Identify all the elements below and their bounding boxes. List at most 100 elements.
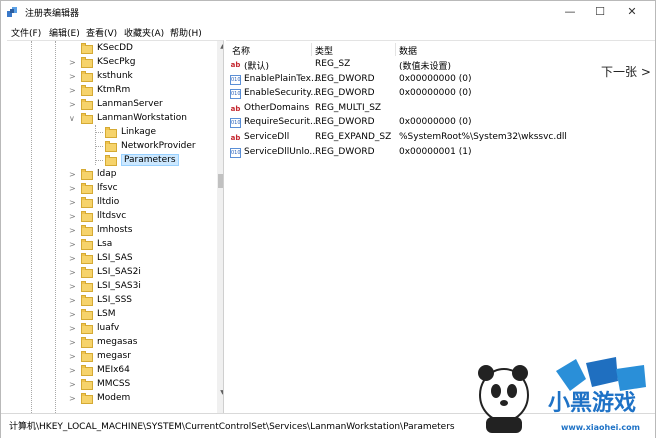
tree-item[interactable]: > lfsvc	[7, 183, 213, 197]
tree-item-label: LSM	[97, 309, 116, 319]
column-header-type[interactable]: 类型	[315, 44, 333, 57]
collapsed-arrow-icon[interactable]: >	[69, 380, 76, 389]
next-image-link[interactable]: 下一张 >	[601, 63, 651, 80]
collapsed-arrow-icon[interactable]: >	[69, 240, 76, 249]
tree-item[interactable]: > megasas	[7, 337, 213, 351]
folder-icon	[81, 169, 93, 180]
scroll-up-icon[interactable]: ▲	[218, 43, 223, 53]
value-row[interactable]: ab OtherDomains REG_MULTI_SZ	[226, 103, 646, 117]
minimize-button[interactable]: —	[553, 1, 587, 23]
tree-item[interactable]: > Modem	[7, 393, 213, 407]
value-row[interactable]: ab (默认) REG_SZ (数值未设置)	[226, 59, 646, 73]
value-row[interactable]: 010 ServiceDllUnlo... REG_DWORD 0x00000001 …	[226, 147, 646, 161]
tree-item[interactable]: > MMCSS	[7, 379, 213, 393]
collapsed-arrow-icon[interactable]: >	[69, 226, 76, 235]
collapsed-arrow-icon[interactable]: >	[69, 268, 76, 277]
collapsed-arrow-icon[interactable]: >	[69, 282, 76, 291]
collapsed-arrow-icon[interactable]: >	[69, 310, 76, 319]
tree-item[interactable]: > LanmanServer	[7, 99, 213, 113]
tree-item[interactable]: > KtmRm	[7, 85, 213, 99]
collapsed-arrow-icon[interactable]: >	[69, 366, 76, 375]
tree-item[interactable]: KSecDD	[7, 43, 213, 57]
collapsed-arrow-icon[interactable]: >	[69, 86, 76, 95]
collapsed-arrow-icon[interactable]: >	[69, 212, 76, 221]
folder-icon	[81, 225, 93, 236]
folder-icon	[105, 127, 117, 138]
tree-item-label: Lsa	[97, 239, 113, 249]
maximize-icon: ☐	[595, 5, 605, 18]
collapsed-arrow-icon[interactable]: >	[69, 58, 76, 67]
collapsed-arrow-icon[interactable]: >	[69, 72, 76, 81]
tree-item[interactable]: > LSI_SAS3i	[7, 281, 213, 295]
binary-value-icon: 010	[230, 74, 241, 85]
tree-item[interactable]: > lmhosts	[7, 225, 213, 239]
folder-icon	[81, 211, 93, 222]
tree-item[interactable]: > megasr	[7, 351, 213, 365]
value-name: (默认)	[244, 62, 270, 72]
value-type: REG_MULTI_SZ	[315, 102, 382, 113]
column-separator[interactable]	[395, 43, 396, 56]
column-header-data[interactable]: 数据	[399, 44, 417, 57]
tree-item[interactable]: > luafv	[7, 323, 213, 337]
tree-item-label: MEIx64	[97, 365, 130, 375]
collapsed-arrow-icon[interactable]: >	[69, 100, 76, 109]
tree-item-label: MMCSS	[97, 379, 131, 389]
value-row[interactable]: 010 RequireSecurit... REG_DWORD 0x00000000 …	[226, 117, 646, 131]
menu-view[interactable]: 查看(V)	[86, 26, 117, 39]
collapsed-arrow-icon[interactable]: >	[69, 198, 76, 207]
value-row[interactable]: 010 EnablePlainTex... REG_DWORD 0x00000000 …	[226, 74, 646, 88]
value-row[interactable]: ab ServiceDll REG_EXPAND_SZ %SystemRoot%\Sy…	[226, 132, 646, 146]
tree-item[interactable]: > LSI_SAS	[7, 253, 213, 267]
scrollbar-thumb[interactable]	[218, 174, 223, 188]
expanded-arrow-icon[interactable]: ∨	[69, 114, 75, 123]
column-separator[interactable]	[311, 43, 312, 56]
folder-icon	[81, 393, 93, 404]
tree-item[interactable]: > Lsa	[7, 239, 213, 253]
close-button[interactable]: ✕	[615, 1, 649, 23]
tree-item[interactable]: > LSI_SSS	[7, 295, 213, 309]
tree-item-label: LanmanWorkstation	[97, 113, 187, 123]
tree-item-label: KSecDD	[97, 43, 133, 53]
folder-icon	[81, 57, 93, 68]
tree-item[interactable]: > ldap	[7, 169, 213, 183]
collapsed-arrow-icon[interactable]: >	[69, 394, 76, 403]
menu-edit[interactable]: 编辑(E)	[49, 26, 80, 39]
collapsed-arrow-icon[interactable]: >	[69, 352, 76, 361]
tree-item-label: KtmRm	[97, 85, 131, 95]
value-name: RequireSecurit...	[244, 117, 319, 128]
menu-help[interactable]: 帮助(H)	[170, 26, 202, 39]
key-tree-pane[interactable]: KSecDD > KSecPkg > ksthunk > KtmRm > LanmanServe…	[7, 40, 224, 413]
collapsed-arrow-icon[interactable]: >	[69, 296, 76, 305]
registry-editor-window: 注册表编辑器 — ☐ ✕ 文件(F) 编辑(E) 查看(V) 收藏夹(A) 帮助…	[0, 0, 656, 438]
collapsed-arrow-icon[interactable]: >	[69, 170, 76, 179]
collapsed-arrow-icon[interactable]: >	[69, 324, 76, 333]
value-row[interactable]: 010 EnableSecurity... REG_DWORD 0x00000000 …	[226, 88, 646, 102]
collapsed-arrow-icon[interactable]: >	[69, 254, 76, 263]
tree-item[interactable]: > lltdsvc	[7, 211, 213, 225]
tree-item-label: KSecPkg	[97, 57, 136, 67]
collapsed-arrow-icon[interactable]: >	[69, 184, 76, 193]
folder-icon	[81, 239, 93, 250]
scroll-down-icon[interactable]: ▼	[218, 389, 223, 399]
tree-item[interactable]: Parameters	[7, 154, 213, 169]
tree-item[interactable]: ∨ LanmanWorkstation	[7, 113, 213, 127]
maximize-button[interactable]: ☐	[583, 1, 617, 23]
tree-item[interactable]: NetworkProvider	[7, 141, 213, 155]
collapsed-arrow-icon[interactable]: >	[69, 338, 76, 347]
tree-item[interactable]: > KSecPkg	[7, 57, 213, 71]
tree-item-label: lfsvc	[97, 183, 118, 193]
tree-item[interactable]: > lltdio	[7, 197, 213, 211]
value-data: 0x00000000 (0)	[399, 73, 472, 84]
menu-favorites[interactable]: 收藏夹(A)	[124, 26, 164, 39]
tree-item[interactable]: Linkage	[7, 127, 213, 141]
column-header-name[interactable]: 名称	[232, 44, 250, 57]
tree-scrollbar[interactable]: ▲ ▼	[217, 41, 223, 413]
menu-bar: 文件(F) 编辑(E) 查看(V) 收藏夹(A) 帮助(H)	[1, 24, 655, 40]
tree-item-label: ksthunk	[97, 71, 133, 81]
tree-item[interactable]: > MEIx64	[7, 365, 213, 379]
folder-icon	[81, 71, 93, 82]
menu-file[interactable]: 文件(F)	[11, 26, 41, 39]
tree-item[interactable]: > LSI_SAS2i	[7, 267, 213, 281]
tree-item[interactable]: > LSM	[7, 309, 213, 323]
tree-item[interactable]: > ksthunk	[7, 71, 213, 85]
